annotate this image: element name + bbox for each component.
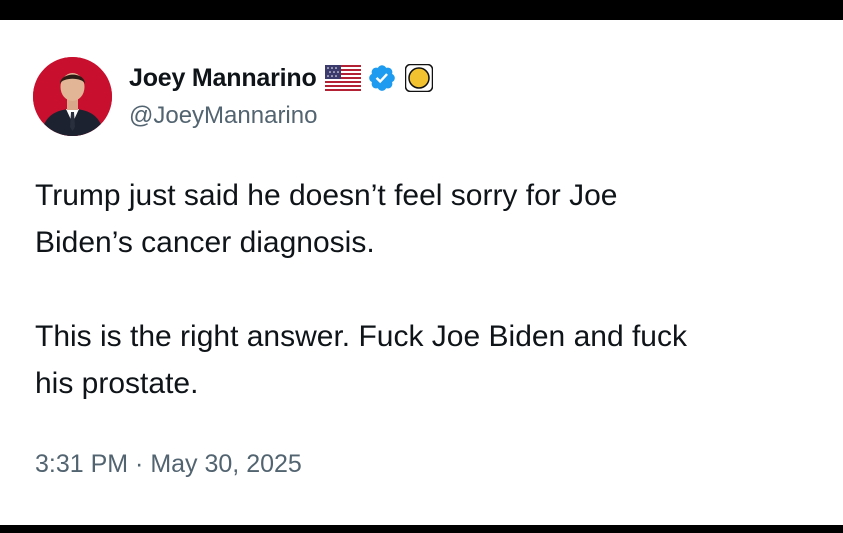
tweet-card: Joey Mannarino @JoeyMannarino Trump just xyxy=(0,20,843,525)
author-display-name[interactable]: Joey Mannarino xyxy=(129,64,317,93)
author-name-row: Joey Mannarino xyxy=(129,58,433,98)
avatar-image xyxy=(33,57,112,136)
tweet-timestamp[interactable]: 3:31 PM · May 30, 2025 xyxy=(35,450,302,479)
us-flag-icon xyxy=(324,65,361,91)
gold-circle-icon[interactable] xyxy=(404,64,433,92)
tweet-text: Trump just said he doesn’t feel sorry fo… xyxy=(35,172,805,454)
verified-icon[interactable] xyxy=(367,63,397,93)
tweet-paragraph: This is the right answer. Fuck Joe Biden… xyxy=(35,320,687,400)
tweet-paragraph: Trump just said he doesn’t feel sorry fo… xyxy=(35,179,618,259)
author-handle[interactable]: @JoeyMannarino xyxy=(129,102,317,130)
avatar[interactable] xyxy=(33,57,112,136)
